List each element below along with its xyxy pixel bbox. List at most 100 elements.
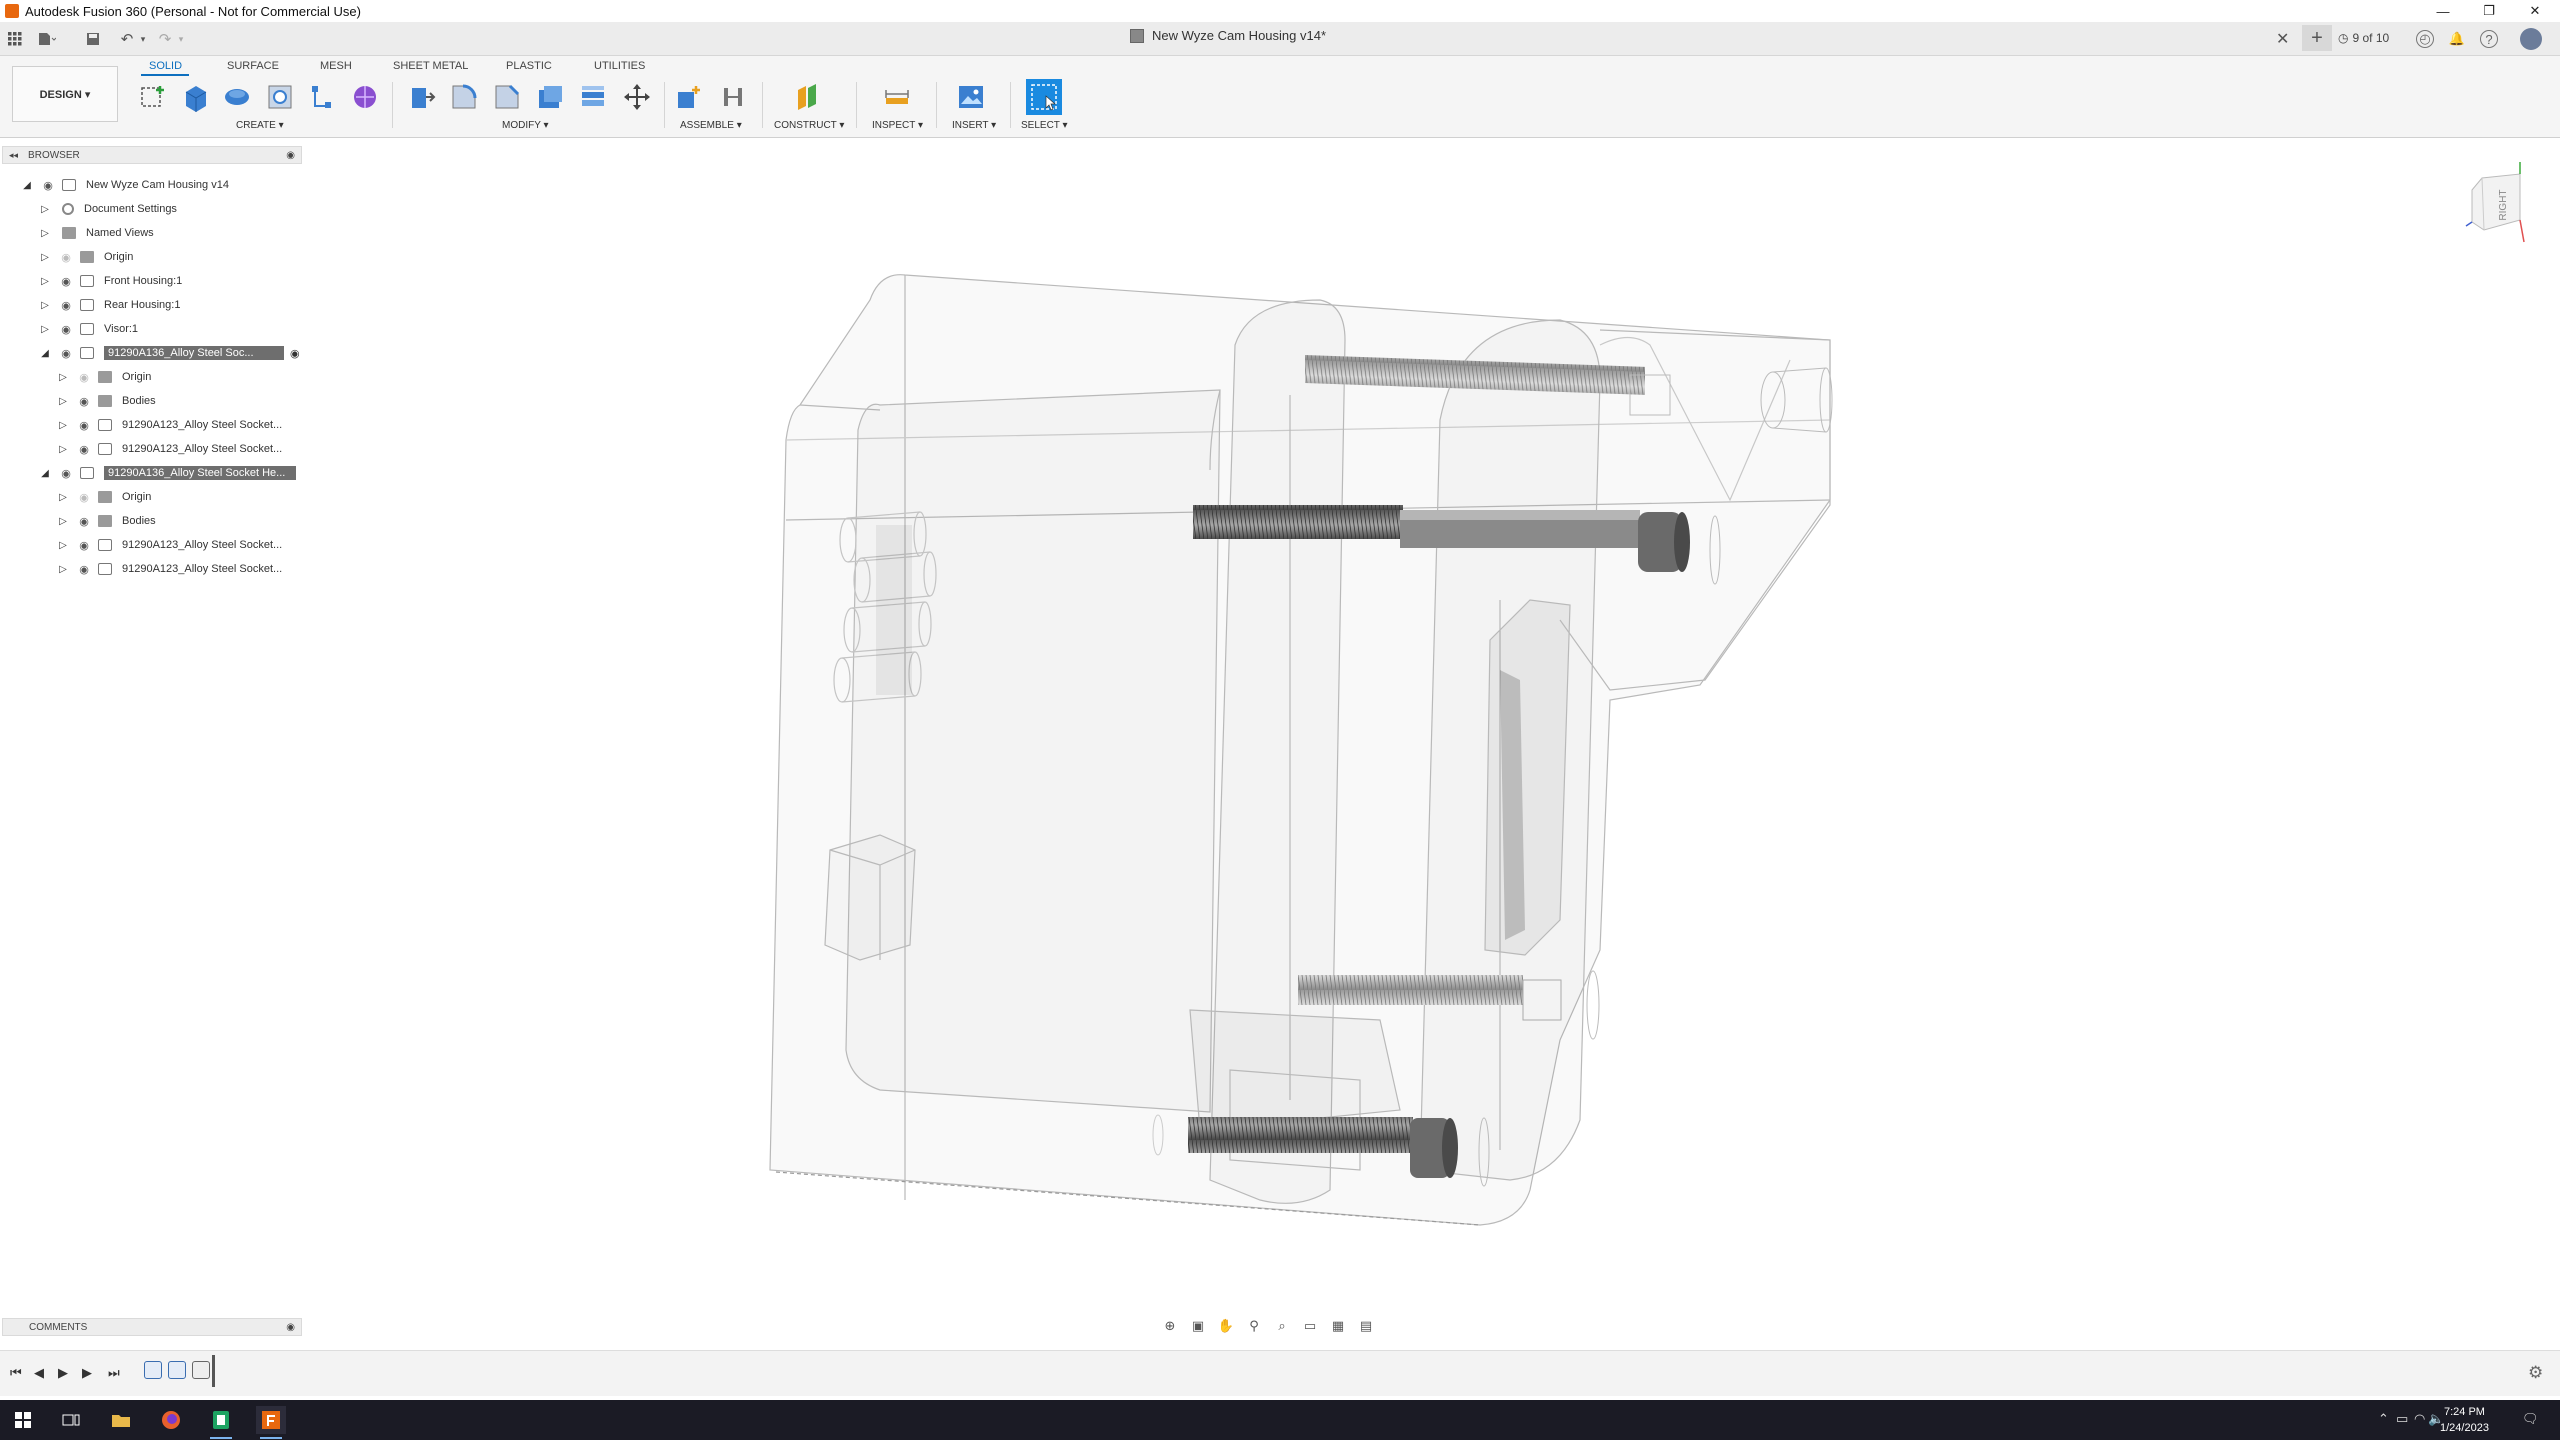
spreadsheet-app-icon[interactable]	[206, 1406, 236, 1439]
expand-triangle-icon[interactable]: ▷	[56, 442, 70, 456]
tree-item-named-views[interactable]: ▷ Named Views	[38, 222, 154, 244]
tree-item-bolt-component-2[interactable]: ◢ ◉ 91290A136_Alloy Steel Socket He...	[38, 462, 296, 484]
select-group-label[interactable]: SELECT ▾	[1021, 120, 1068, 131]
visibility-eye-icon[interactable]: ◉	[58, 346, 74, 360]
document-tab[interactable]: New Wyze Cam Housing v14*	[1130, 28, 1326, 43]
save-icon[interactable]	[84, 30, 102, 48]
notifications-bell-icon[interactable]: 🔔	[2448, 30, 2466, 48]
collapse-browser-icon[interactable]: ◂◂	[9, 150, 18, 161]
visibility-eye-icon[interactable]: ◉	[76, 490, 92, 504]
expand-triangle-icon[interactable]: ▷	[38, 202, 52, 216]
close-window-button[interactable]: ✕	[2512, 0, 2558, 22]
visibility-eye-icon[interactable]: ◉	[76, 514, 92, 528]
chamfer-icon[interactable]	[490, 80, 524, 114]
firefox-icon[interactable]	[156, 1406, 186, 1434]
move-copy-icon[interactable]	[620, 80, 654, 114]
tree-item-root[interactable]: ◢ ◉ New Wyze Cam Housing v14	[20, 174, 229, 196]
comments-panel-header[interactable]: COMMENTS ◉	[2, 1318, 302, 1336]
user-avatar[interactable]	[2520, 28, 2542, 50]
timeline-last-icon[interactable]: ⏭	[108, 1365, 120, 1381]
construct-group-label[interactable]: CONSTRUCT ▾	[774, 120, 844, 131]
expand-triangle-icon[interactable]: ▷	[38, 226, 52, 240]
viewports-icon[interactable]: ▤	[1354, 1316, 1378, 1336]
activate-radio-icon[interactable]: ◉	[290, 347, 300, 360]
expand-triangle-icon[interactable]: ▷	[38, 298, 52, 312]
new-tab-button[interactable]: +	[2302, 25, 2332, 51]
grid-settings-icon[interactable]: ▦	[1326, 1316, 1350, 1336]
tree-item-screw[interactable]: ▷ ◉ 91290A123_Alloy Steel Socket...	[56, 414, 282, 436]
fillet-icon[interactable]	[447, 80, 481, 114]
expand-triangle-icon[interactable]: ▷	[56, 562, 70, 576]
fusion-taskbar-icon[interactable]	[256, 1406, 286, 1439]
visibility-eye-icon[interactable]: ◉	[58, 298, 74, 312]
action-center-icon[interactable]: 🗨	[2522, 1411, 2539, 1427]
assemble-group-label[interactable]: ASSEMBLE ▾	[680, 120, 742, 131]
view-cube[interactable]: RIGHT	[2462, 160, 2532, 250]
expand-triangle-icon[interactable]: ▷	[56, 514, 70, 528]
close-tab-button[interactable]: ✕	[2276, 29, 2289, 49]
expand-triangle-icon[interactable]: ▷	[56, 418, 70, 432]
inspect-group-label[interactable]: INSPECT ▾	[872, 120, 923, 131]
collapse-triangle-icon[interactable]: ◢	[20, 178, 34, 192]
visibility-eye-icon[interactable]: ◉	[76, 394, 92, 408]
tab-sheet-metal[interactable]: SHEET METAL	[393, 60, 468, 72]
expand-triangle-icon[interactable]: ▷	[56, 394, 70, 408]
timeline-marker[interactable]	[212, 1355, 215, 1387]
tab-utilities[interactable]: UTILITIES	[594, 60, 645, 72]
hole-icon[interactable]	[263, 80, 297, 114]
tree-item-screw[interactable]: ▷ ◉ 91290A123_Alloy Steel Socket...	[56, 534, 282, 556]
tray-clock[interactable]: 7:24 PM 1/24/2023	[2440, 1404, 2489, 1436]
pan-hand-icon[interactable]: ✋	[1214, 1316, 1238, 1336]
look-at-icon[interactable]: ▣	[1186, 1316, 1210, 1336]
tree-item-document-settings[interactable]: ▷ Document Settings	[38, 198, 177, 220]
undo-dropdown-icon[interactable]: ▾	[134, 30, 152, 48]
tree-item-bodies[interactable]: ▷ ◉ Bodies	[56, 510, 156, 532]
pattern-icon[interactable]	[305, 80, 339, 114]
tree-item-bolt-component-1[interactable]: ◢ ◉ 91290A136_Alloy Steel Soc... ◉	[38, 342, 300, 364]
joint-icon[interactable]	[716, 80, 750, 114]
restore-button[interactable]: ❐	[2466, 0, 2512, 22]
tree-item-origin[interactable]: ▷ ◉ Origin	[56, 366, 151, 388]
expand-triangle-icon[interactable]: ▷	[38, 322, 52, 336]
insert-canvas-icon[interactable]	[954, 80, 988, 114]
expand-triangle-icon[interactable]: ▷	[56, 370, 70, 384]
extrude-icon[interactable]	[178, 80, 212, 114]
minimize-button[interactable]: —	[2420, 0, 2466, 22]
visibility-eye-icon[interactable]: ◉	[76, 562, 92, 576]
visibility-eye-icon[interactable]: ◉	[76, 418, 92, 432]
timeline-feature-joint[interactable]	[168, 1361, 186, 1379]
visibility-eye-icon[interactable]: ◉	[76, 442, 92, 456]
tree-item-origin[interactable]: ▷ ◉ Origin	[56, 486, 151, 508]
help-icon[interactable]: ?	[2480, 30, 2498, 48]
browser-panel-header[interactable]: ◂◂ BROWSER ◉	[2, 146, 302, 164]
file-menu-icon[interactable]	[38, 30, 56, 48]
tree-item-visor[interactable]: ▷ ◉ Visor:1	[38, 318, 138, 340]
press-pull-icon[interactable]	[404, 80, 438, 114]
timeline-forward-icon[interactable]: ▶	[82, 1365, 92, 1381]
visibility-eye-icon[interactable]: ◉	[58, 466, 74, 480]
orbit-icon[interactable]: ⊕	[1158, 1316, 1182, 1336]
timeline-play-icon[interactable]: ▶	[58, 1365, 68, 1381]
visibility-eye-icon[interactable]: ◉	[76, 538, 92, 552]
visibility-eye-icon[interactable]: ◉	[58, 274, 74, 288]
offset-plane-icon[interactable]	[790, 80, 824, 114]
tree-item-screw[interactable]: ▷ ◉ 91290A123_Alloy Steel Socket...	[56, 438, 282, 460]
timeline-feature[interactable]	[192, 1361, 210, 1379]
timeline-feature-joint[interactable]	[144, 1361, 162, 1379]
file-explorer-icon[interactable]	[106, 1406, 136, 1434]
fit-window-icon[interactable]: ⌕	[1270, 1316, 1294, 1336]
zoom-icon[interactable]: ⚲	[1242, 1316, 1266, 1336]
data-panel-grid-icon[interactable]	[6, 30, 24, 48]
tab-surface[interactable]: SURFACE	[227, 60, 279, 72]
expand-triangle-icon[interactable]: ▷	[38, 250, 52, 264]
expand-triangle-icon[interactable]: ▷	[56, 538, 70, 552]
display-settings-icon[interactable]: ▭	[1298, 1316, 1322, 1336]
tab-plastic[interactable]: PLASTIC	[506, 60, 552, 72]
timeline-settings-gear-icon[interactable]: ⚙	[2528, 1363, 2543, 1383]
insert-group-label[interactable]: INSERT ▾	[952, 120, 996, 131]
open-documents-counter[interactable]: ◷ 9 of 10	[2338, 31, 2389, 45]
tab-mesh[interactable]: MESH	[320, 60, 352, 72]
expand-triangle-icon[interactable]: ▷	[38, 274, 52, 288]
create-group-label[interactable]: CREATE ▾	[236, 120, 284, 131]
visibility-eye-icon[interactable]: ◉	[76, 370, 92, 384]
